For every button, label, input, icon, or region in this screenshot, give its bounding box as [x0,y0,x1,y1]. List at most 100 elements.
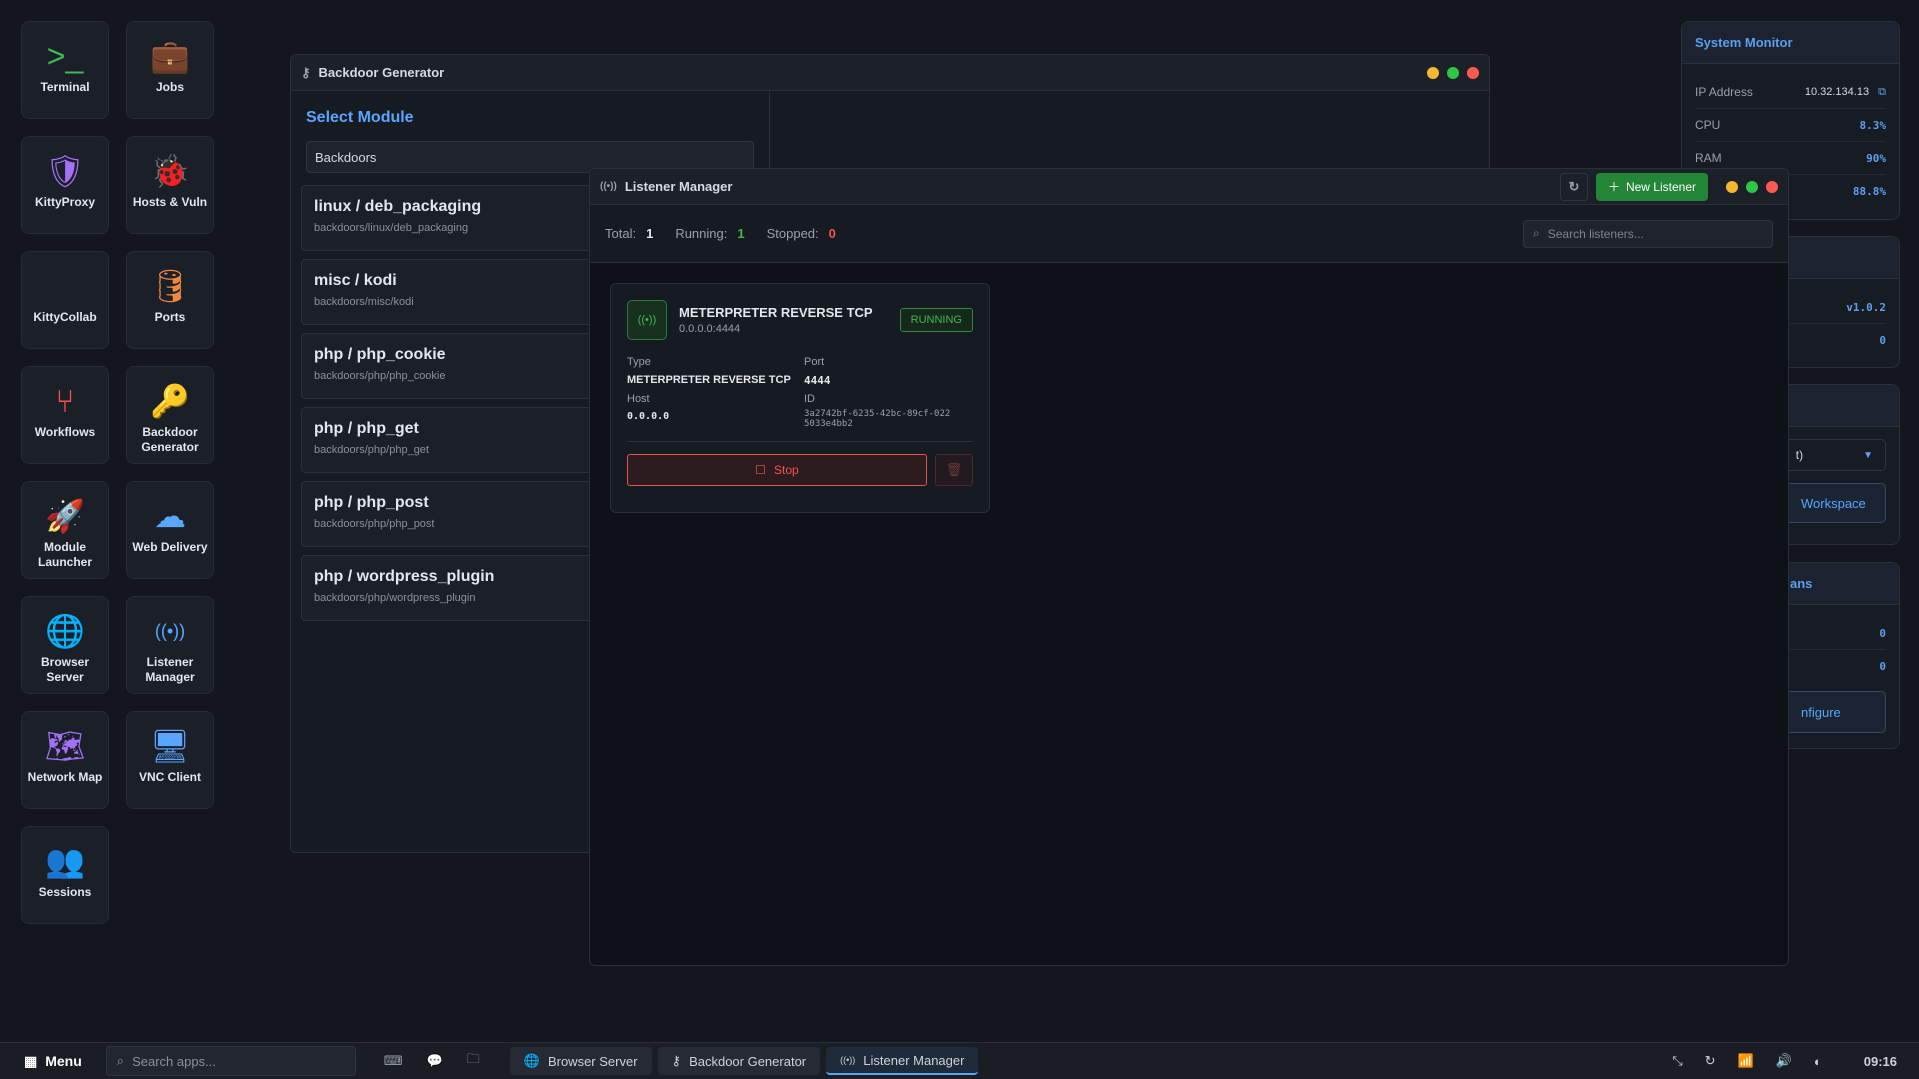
search-apps-input[interactable]: ⌕ Search apps... [105,1046,356,1076]
task-label: Listener Manager [863,1052,965,1068]
desktop-icon-vnc-client[interactable]: 🖥 VNC Client [126,711,214,809]
stop-icon: ☐ [755,463,767,477]
minimize-button[interactable] [1726,180,1738,193]
host-label: Host [627,393,650,405]
type-label: Type [627,356,651,368]
maximize-button[interactable] [1746,180,1758,193]
rocket-icon: 🚀 [45,498,85,534]
broadcast-icon: ((•)) [600,181,617,192]
desktop-icon-sessions[interactable]: 👥 Sessions [21,826,109,924]
tile-label: Sessions [38,885,92,899]
count-value: 0 [1879,334,1886,347]
new-listener-button[interactable]: ＋ New Listener [1595,172,1708,201]
title-bar[interactable]: ⚷ Backdoor Generator [291,55,1489,91]
tile-label: KittyCollab [33,310,97,324]
count-b: 0 [1879,660,1886,673]
chat-icon[interactable]: 💬 [427,1053,443,1069]
desktop-icon-web-delivery[interactable]: ☁ Web Delivery [126,481,214,579]
key-icon: ⚷ [671,1053,682,1068]
minimize-all-icon[interactable]: ⤡ [1672,1053,1682,1069]
minimize-button[interactable] [1427,66,1439,79]
desktop-icon-backdoor-generator[interactable]: 🔑 Backdoor Generator [126,366,214,464]
total-label: Total: [605,226,637,241]
tile-label: Module Launcher [37,540,92,569]
search-listeners-input[interactable]: ⌕ Search listeners... [1523,219,1773,248]
volume-icon[interactable]: 🔊 [1776,1053,1792,1069]
ip-value: 10.32.134.13 [1804,85,1870,98]
task-listener-manager[interactable]: ((•)) Listener Manager [826,1047,979,1075]
desktop-icon-hosts-vuln[interactable]: 🐞 Hosts & Vuln [126,136,214,234]
ram-value: 90% [1866,151,1886,165]
running-count: 1 [737,226,745,241]
task-backdoor-generator[interactable]: ⚷ Backdoor Generator [657,1047,821,1075]
desktop-icon-ports[interactable]: 🛢 Ports [126,251,214,349]
search-icon: ⌕ [116,1053,125,1068]
window-title: Backdoor Generator [318,65,445,80]
chevron-down-icon: ▼ [1863,449,1873,461]
desktop-icon-workflows[interactable]: ⑂ Workflows [21,366,109,464]
briefcase-icon: 💼 [150,38,190,74]
git-branch-icon: ⑂ [55,383,75,419]
disk-value: 88.8% [1852,185,1886,198]
count-a: 0 [1879,626,1886,640]
refresh-button[interactable]: ↻ [1559,172,1588,201]
monitor-icon: 🖥 [149,728,191,764]
shield-icon: 🛡 [44,153,86,189]
tile-label: Browser Server [40,655,90,684]
search-icon: ⌕ [1533,226,1540,240]
key-icon: 🔑 [150,383,190,419]
running-label: Running: [675,226,728,241]
users-icon: 👥 [45,843,85,879]
key-icon: ⚷ [301,64,311,80]
id-value: 3a2742bf-6235-42bc-89cf-0225033e4bb2 [804,409,951,429]
task-browser-server[interactable]: 🌐 Browser Server [509,1047,652,1075]
desktop-icon-browser-server[interactable]: 🌐 Browser Server [21,596,109,694]
stopped-count: 0 [828,226,836,241]
stats-bar: Total: 1 Running: 1 Stopped: 0 ⌕ Search list… [590,205,1788,263]
folder-icon[interactable]: 🗀 [467,1050,480,1072]
broadcast-icon: ((•)) [840,1055,856,1065]
delete-button[interactable]: 🗑 [935,454,973,486]
close-button[interactable] [1467,66,1479,79]
desktop-icon-module-launcher[interactable]: 🚀 Module Launcher [21,481,109,579]
id-label: ID [804,393,815,405]
stop-button[interactable]: ☐ Stop [627,454,927,486]
title-bar[interactable]: ((•)) Listener Manager ↻ ＋ New Listener [590,169,1788,205]
port-label: Port [804,356,825,368]
grid-icon: ▦ [24,1052,38,1069]
close-button[interactable] [1766,180,1778,193]
refresh-icon[interactable]: ↻ [1705,1053,1716,1069]
host-value: 0.0.0.0 [627,411,670,422]
task-label: Browser Server [547,1053,638,1069]
cloud-download-icon: ☁ [154,498,186,534]
listener-address: 0.0.0.0:4444 [679,323,741,335]
desktop-icon-jobs[interactable]: 💼 Jobs [126,21,214,119]
desktop-icon-listener-manager[interactable]: ((•)) Listener Manager [126,596,214,694]
desktop-icon-terminal[interactable]: >_ Terminal [21,21,109,119]
globe-icon: 🌐 [45,613,85,649]
menu-button[interactable]: ▦ Menu [0,1053,106,1070]
theme-icon[interactable]: ◐ [1814,1054,1822,1069]
tile-label: Hosts & Vuln [132,195,208,209]
trash-icon: 🗑 [945,462,963,477]
desktop-icon-network-map[interactable]: 🗺 Network Map [21,711,109,809]
placeholder: Search listeners... [1547,226,1644,241]
tile-label: Jobs [155,80,184,94]
version-value: v1.0.2 [1846,300,1886,314]
ip-label: IP Address [1695,85,1753,99]
desktop-icon-kittycollab[interactable]: KittyCollab [21,251,109,349]
taskbar: ▦ Menu ⌕ Search apps... ⌨ 💬 🗀 🌐 Browser Ser… [0,1042,1919,1079]
task-label: Backdoor Generator [689,1053,807,1069]
terminal-icon[interactable]: ⌨ [384,1053,403,1069]
listener-name: METERPRETER REVERSE TCP [679,305,873,320]
wifi-icon[interactable]: 📶 [1738,1053,1754,1069]
total-count: 1 [646,226,654,241]
cpu-value: 8.3% [1859,118,1887,132]
copy-icon[interactable]: ⧉ [1878,86,1886,98]
desktop-icon-kittyproxy[interactable]: 🛡 KittyProxy [21,136,109,234]
maximize-button[interactable] [1447,66,1459,79]
menu-label: Menu [45,1053,82,1069]
clock: 09:16 [1863,1053,1897,1069]
tile-label: Backdoor Generator [141,425,199,454]
stopped-label: Stopped: [766,226,819,241]
